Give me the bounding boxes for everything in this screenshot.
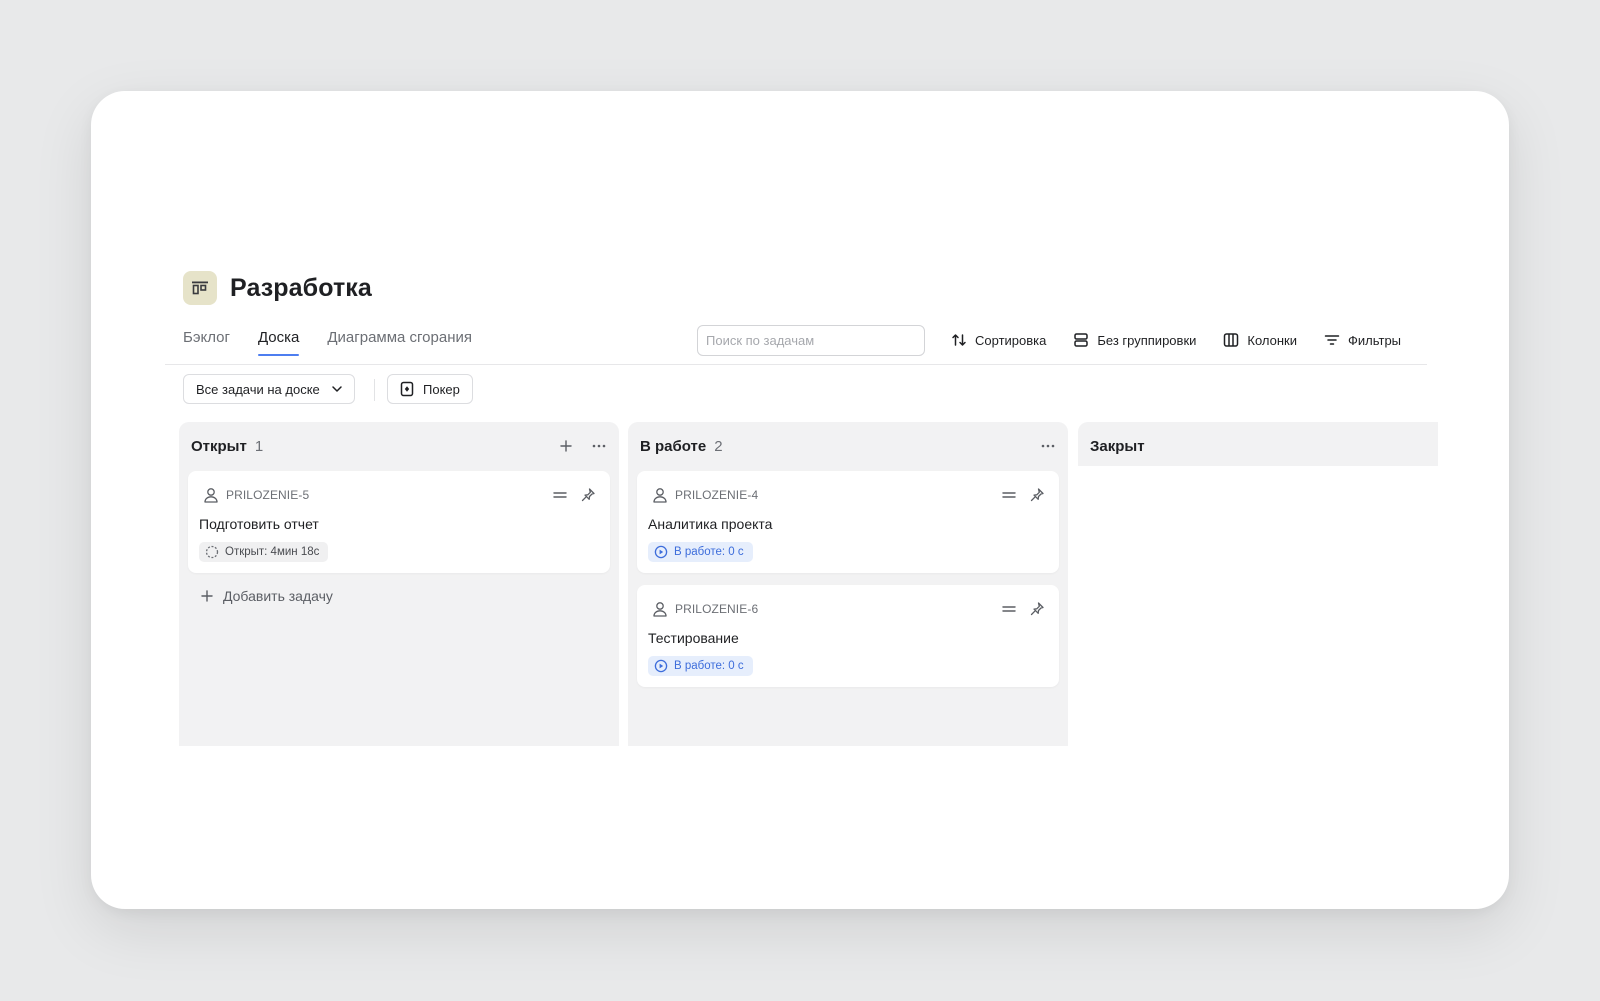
column-header: Закрыт — [1090, 436, 1426, 456]
tabs-divider — [165, 364, 1427, 365]
board-header: Разработка — [183, 271, 372, 305]
view-tabs: Бэклог Доска Диаграмма сгорания — [183, 329, 500, 356]
filters-button[interactable]: Фильтры — [1324, 329, 1401, 351]
pin-icon[interactable] — [580, 487, 596, 503]
column-count: 2 — [714, 437, 723, 455]
sort-label: Сортировка — [975, 332, 1047, 348]
columns-label: Колонки — [1247, 332, 1297, 348]
poker-label: Покер — [423, 381, 460, 397]
task-key[interactable]: PRILOZENIE-6 — [675, 602, 758, 616]
plus-icon — [201, 590, 213, 602]
pin-icon[interactable] — [1029, 487, 1045, 503]
grouping-icon — [1074, 333, 1089, 347]
task-title[interactable]: Аналитика проекта — [648, 516, 772, 532]
add-task-label: Добавить задачу — [223, 588, 333, 604]
poker-button[interactable]: Покер — [387, 374, 473, 404]
priority-icon — [552, 489, 568, 501]
task-key[interactable]: PRILOZENIE-5 — [226, 488, 309, 502]
column-closed: Закрыт — [1078, 422, 1438, 466]
filter-icon — [1324, 335, 1340, 345]
task-title[interactable]: Тестирование — [648, 630, 739, 646]
status-open-icon — [205, 545, 219, 559]
user-icon — [653, 602, 667, 617]
columns-button[interactable]: Колонки — [1223, 329, 1297, 351]
play-circle-icon — [654, 659, 668, 673]
task-scope-select[interactable]: Все задачи на доске — [183, 374, 355, 404]
tab-board[interactable]: Доска — [257, 329, 300, 356]
column-open: Открыт 1 PRILOZENIE-5 Подготовить отчет … — [179, 422, 619, 746]
user-icon — [204, 488, 218, 503]
search-input[interactable] — [697, 325, 925, 356]
board-toolbar: Сортировка Без группировки Колонки Фильт… — [951, 329, 1401, 351]
status-text: Открыт: 4мин 18с — [225, 546, 320, 558]
task-key[interactable]: PRILOZENIE-4 — [675, 488, 758, 502]
task-scope-value: Все задачи на доске — [196, 381, 320, 397]
poker-card-icon — [400, 381, 414, 397]
app-window: Разработка Бэклог Доска Диаграмма сгоран… — [91, 91, 1509, 909]
chevron-down-icon — [332, 386, 342, 392]
column-title: Открыт — [191, 437, 247, 455]
column-header: В работе 2 — [640, 436, 1056, 456]
task-title[interactable]: Подготовить отчет — [199, 516, 319, 532]
play-circle-icon — [654, 545, 668, 559]
add-task-button[interactable]: Добавить задачу — [200, 588, 333, 604]
more-icon[interactable] — [591, 439, 607, 453]
filters-label: Фильтры — [1348, 332, 1402, 348]
grouping-label: Без группировки — [1097, 332, 1197, 348]
column-in-progress: В работе 2 PRILOZENIE-4 Аналитика проект… — [628, 422, 1068, 746]
status-text: В работе: 0 с — [674, 660, 744, 672]
status-badge: В работе: 0 с — [648, 656, 753, 676]
column-title: Закрыт — [1090, 437, 1145, 455]
toolbar-separator — [374, 379, 375, 401]
status-badge: Открыт: 4мин 18с — [199, 542, 329, 562]
more-icon[interactable] — [1040, 439, 1056, 453]
pin-icon[interactable] — [1029, 601, 1045, 617]
task-card[interactable]: PRILOZENIE-6 Тестирование В работе: 0 с — [637, 585, 1059, 687]
page-title: Разработка — [230, 273, 372, 302]
plus-icon[interactable] — [559, 439, 573, 453]
column-count: 1 — [254, 437, 264, 455]
column-header: Открыт 1 — [191, 436, 607, 456]
sort-icon — [952, 334, 966, 346]
tab-burndown[interactable]: Диаграмма сгорания — [327, 329, 472, 355]
task-card[interactable]: PRILOZENIE-4 Аналитика проекта В работе:… — [637, 471, 1059, 573]
column-title: В работе — [640, 437, 707, 455]
columns-icon — [1224, 333, 1239, 347]
tab-backlog[interactable]: Бэклог — [183, 329, 230, 355]
task-card[interactable]: PRILOZENIE-5 Подготовить отчет Открыт: 4… — [188, 471, 610, 573]
board-icon — [183, 271, 217, 305]
status-badge: В работе: 0 с — [648, 542, 753, 562]
priority-icon — [1001, 603, 1017, 615]
grouping-button[interactable]: Без группировки — [1073, 329, 1196, 351]
user-icon — [653, 488, 667, 503]
priority-icon — [1001, 489, 1017, 501]
status-text: В работе: 0 с — [674, 546, 744, 558]
sort-button[interactable]: Сортировка — [951, 329, 1046, 351]
